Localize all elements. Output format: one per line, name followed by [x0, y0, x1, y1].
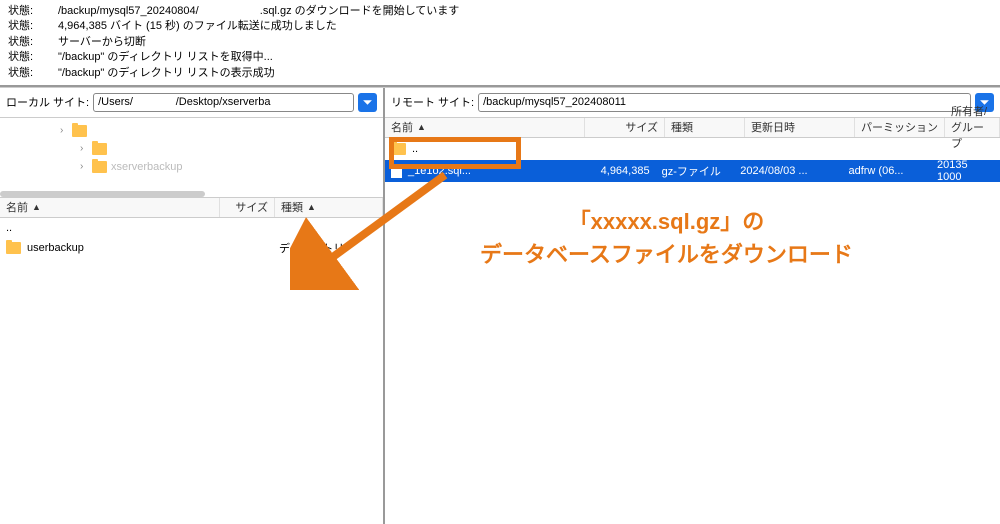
log-row: 状態: /backup/mysql57_20240804/ .sql.gz のダ… [8, 4, 992, 19]
parent-dir-item[interactable]: .. [385, 138, 1000, 160]
col-header-label: 更新日時 [751, 119, 795, 135]
log-row: 状態: "/backup" のディレクトリ リストを取得中... [8, 50, 992, 65]
col-header-size[interactable]: サイズ [220, 198, 275, 217]
local-panel: ローカル サイト: › › › xserverbackup [0, 88, 385, 524]
col-header-label: 種類 [281, 199, 303, 215]
tree-item[interactable]: › [0, 140, 383, 158]
file-owner: 20135 1000 [931, 159, 1000, 183]
log-text: "/backup" のディレクトリ リストを取得中... [58, 50, 273, 65]
file-type: gz-ファイル [656, 163, 735, 179]
col-header-label: 名前 [6, 199, 28, 215]
col-header-name[interactable]: 名前 ▲ [0, 198, 220, 217]
local-path-dropdown[interactable] [358, 93, 377, 112]
col-header-perm[interactable]: パーミッション [855, 118, 945, 137]
local-list-header: 名前 ▲ サイズ 種類 ▲ [0, 198, 383, 218]
file-date: 2024/08/03 ... [734, 165, 842, 177]
parent-dir-label: .. [412, 143, 418, 155]
list-item[interactable]: userbackup ディレクトリ [0, 238, 383, 258]
local-path-bar: ローカル サイト: [0, 88, 383, 118]
folder-icon [92, 143, 107, 155]
sort-indicator-icon: ▲ [417, 122, 426, 132]
local-file-list[interactable]: .. userbackup ディレクトリ [0, 218, 383, 524]
log-label: 状態: [8, 66, 58, 81]
sort-indicator-icon: ▲ [307, 202, 316, 212]
log-label: 状態: [8, 19, 58, 34]
folder-icon [391, 143, 406, 155]
col-header-type[interactable]: 種類 [665, 118, 745, 137]
col-header-date[interactable]: 更新日時 [745, 118, 855, 137]
log-text: サーバーから切断 [58, 35, 146, 50]
log-row: 状態: "/backup" のディレクトリ リストの表示成功 [8, 66, 992, 81]
parent-dir-item[interactable]: .. [0, 218, 383, 238]
local-path-input[interactable] [93, 93, 354, 112]
list-item[interactable]: _1e1o2.sql... 4,964,385 gz-ファイル 2024/08/… [385, 160, 1000, 182]
parent-dir-label: .. [6, 222, 12, 234]
log-label: 状態: [8, 50, 58, 65]
horizontal-scrollbar[interactable] [0, 191, 205, 197]
folder-icon [92, 161, 107, 173]
file-size: 4,964,385 [577, 165, 656, 177]
log-row: 状態: 4,964,385 バイト (15 秒) のファイル転送に成功しました [8, 19, 992, 34]
col-header-label: 名前 [391, 119, 413, 135]
tree-item[interactable]: › xserverbackup [0, 158, 383, 176]
log-text: "/backup" のディレクトリ リストの表示成功 [58, 66, 275, 81]
log-text: /backup/mysql57_20240804/ .sql.gz のダウンロー… [58, 4, 459, 19]
log-label: 状態: [8, 35, 58, 50]
sort-indicator-icon: ▲ [32, 202, 41, 212]
expand-icon[interactable]: › [80, 143, 88, 154]
remote-list-header: 名前 ▲ サイズ 種類 更新日時 パーミッション 所有者/グループ [385, 118, 1000, 138]
log-label: 状態: [8, 4, 58, 19]
main-split: ローカル サイト: › › › xserverbackup [0, 87, 1000, 524]
remote-panel: リモート サイト: 名前 ▲ サイズ 種類 更新日時 パーミッション 所有者/グ… [385, 88, 1000, 524]
col-header-name[interactable]: 名前 ▲ [385, 118, 585, 137]
col-header-label: 種類 [671, 119, 693, 135]
log-text: 4,964,385 バイト (15 秒) のファイル転送に成功しました [58, 19, 337, 34]
col-header-label: サイズ [625, 119, 658, 135]
col-header-label: サイズ [235, 199, 268, 215]
file-type: ディレクトリ [279, 240, 344, 256]
col-header-label: パーミッション [861, 119, 938, 135]
file-name: userbackup [27, 242, 227, 254]
remote-file-list[interactable]: .. _1e1o2.sql... 4,964,385 gz-ファイル 2024/… [385, 138, 1000, 524]
local-tree[interactable]: › › › xserverbackup [0, 118, 383, 198]
folder-icon [72, 125, 87, 137]
file-name: _1e1o2.sql... [402, 165, 577, 177]
col-header-type[interactable]: 種類 ▲ [275, 198, 383, 217]
remote-path-input[interactable] [478, 93, 971, 112]
tree-label: xserverbackup [111, 161, 183, 173]
chevron-down-icon [362, 97, 373, 108]
remote-path-bar: リモート サイト: [385, 88, 1000, 118]
expand-icon[interactable]: › [80, 161, 88, 172]
file-perm: adfrw (06... [842, 165, 931, 177]
col-header-size[interactable]: サイズ [585, 118, 665, 137]
tree-item[interactable]: › [0, 122, 383, 140]
remote-site-label: リモート サイト: [391, 94, 474, 110]
folder-icon [6, 242, 21, 254]
log-row: 状態: サーバーから切断 [8, 35, 992, 50]
col-header-owner[interactable]: 所有者/グループ [945, 118, 1000, 137]
file-icon [391, 164, 402, 178]
status-log: 状態: /backup/mysql57_20240804/ .sql.gz のダ… [0, 0, 1000, 87]
local-site-label: ローカル サイト: [6, 94, 89, 110]
expand-icon[interactable]: › [60, 125, 68, 136]
